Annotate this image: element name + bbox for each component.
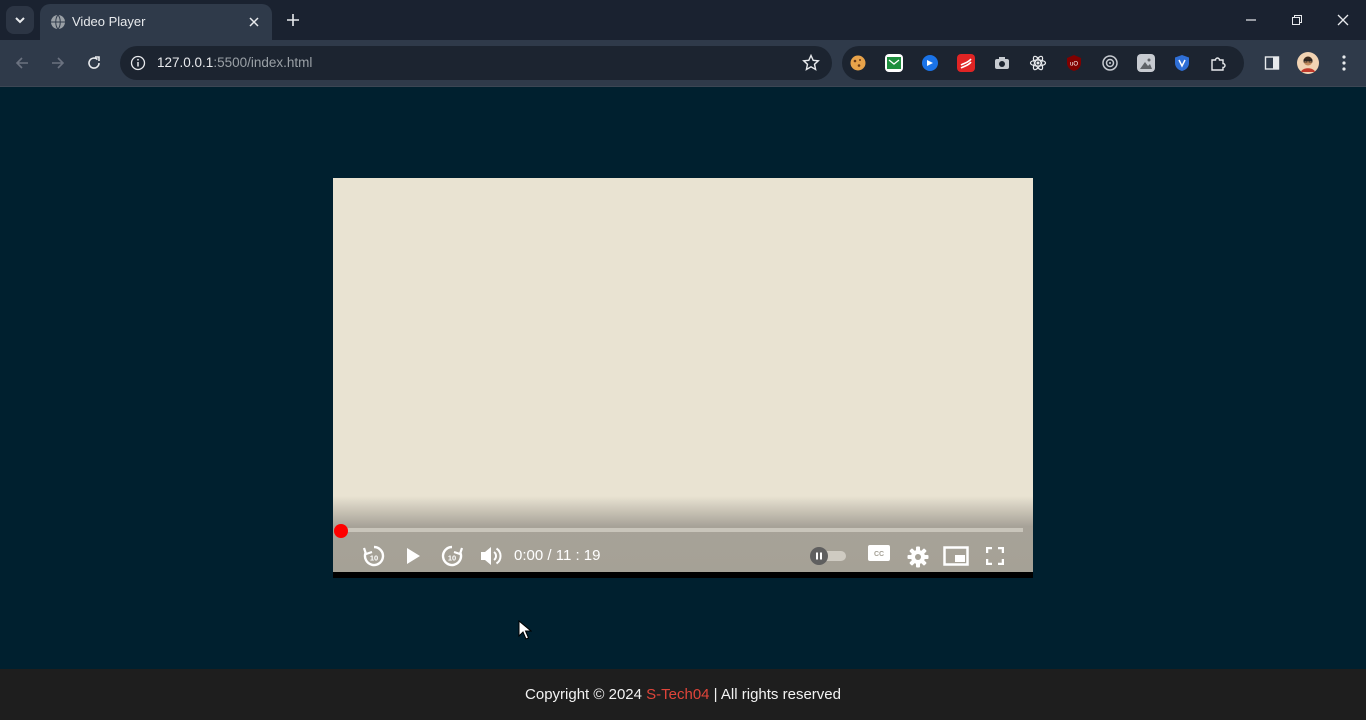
forward-button[interactable]: 10 bbox=[439, 543, 465, 569]
browser-toolbar: 127.0.0.1:5500/index.html uO bbox=[0, 40, 1366, 86]
browser-tab-strip: Video Player bbox=[0, 0, 1366, 40]
cookie-icon[interactable] bbox=[849, 54, 867, 72]
fullscreen-button[interactable] bbox=[984, 545, 1006, 567]
autoplay-toggle[interactable] bbox=[810, 547, 846, 565]
forward-button[interactable] bbox=[46, 51, 70, 75]
volume-icon bbox=[481, 547, 502, 565]
url-path: :5500/index.html bbox=[213, 55, 313, 70]
miniplayer-button[interactable] bbox=[943, 545, 969, 567]
svg-text:10: 10 bbox=[370, 554, 378, 563]
close-icon bbox=[249, 17, 259, 27]
page-footer: Copyright © 2024 S-Tech04 | All rights r… bbox=[0, 669, 1366, 720]
footer-text: Copyright © 2024 S-Tech04 | All rights r… bbox=[525, 686, 841, 703]
play-icon bbox=[407, 548, 420, 564]
duration: 11 : 19 bbox=[555, 547, 601, 564]
shield-icon[interactable] bbox=[1173, 54, 1191, 72]
pause-icon bbox=[816, 552, 822, 560]
volume-button[interactable] bbox=[479, 544, 503, 568]
side-panel-icon bbox=[1264, 56, 1280, 70]
react-icon[interactable] bbox=[1029, 54, 1047, 72]
restore-icon bbox=[1292, 15, 1302, 25]
mouse-cursor-icon bbox=[518, 620, 532, 640]
arrow-left-icon bbox=[15, 57, 28, 69]
video-player[interactable]: 10 10 0:00 / 11 : 19 CC bbox=[333, 178, 1033, 578]
close-window-button[interactable] bbox=[1331, 8, 1355, 32]
restore-button[interactable] bbox=[1285, 8, 1309, 32]
extensions-area: uO bbox=[842, 46, 1244, 80]
new-tab-button[interactable] bbox=[281, 8, 305, 32]
arrow-right-icon bbox=[52, 57, 65, 69]
progress-thumb[interactable] bbox=[334, 524, 348, 538]
browser-menu-button[interactable] bbox=[1332, 51, 1356, 75]
chevron-down-icon bbox=[15, 17, 25, 24]
rewind-button[interactable]: 10 bbox=[361, 543, 387, 569]
plus-icon bbox=[287, 14, 299, 26]
back-button[interactable] bbox=[10, 51, 34, 75]
profile-avatar[interactable] bbox=[1296, 51, 1320, 75]
minimize-button[interactable] bbox=[1239, 8, 1263, 32]
puzzle-icon[interactable] bbox=[1209, 54, 1227, 72]
reload-button[interactable] bbox=[82, 51, 106, 75]
sheets-icon[interactable] bbox=[885, 54, 903, 72]
time-display: 0:00 / 11 : 19 bbox=[514, 547, 600, 565]
fullscreen-icon bbox=[986, 547, 1004, 565]
settings-icon bbox=[907, 546, 929, 568]
tab-close-button[interactable] bbox=[244, 12, 264, 32]
camera-icon[interactable] bbox=[993, 54, 1011, 72]
tab-video-player[interactable]: Video Player bbox=[40, 4, 272, 40]
rewind-10-icon: 10 bbox=[362, 545, 385, 567]
footer-brand: S-Tech04 bbox=[646, 686, 710, 703]
minimize-icon bbox=[1246, 19, 1256, 21]
avatar-icon bbox=[1297, 52, 1319, 74]
copyright-prefix: Copyright © 2024 bbox=[525, 686, 647, 703]
reload-icon bbox=[88, 56, 100, 69]
close-icon bbox=[1337, 14, 1349, 26]
forward-10-icon: 10 bbox=[441, 545, 464, 567]
settings-button[interactable] bbox=[906, 545, 930, 569]
target-icon[interactable] bbox=[1101, 54, 1119, 72]
autoplay-knob bbox=[810, 547, 828, 565]
captions-button[interactable]: CC bbox=[868, 544, 890, 562]
miniplayer-icon bbox=[943, 546, 969, 566]
info-icon[interactable] bbox=[130, 55, 146, 71]
svg-text:uO: uO bbox=[1070, 62, 1078, 68]
red-app-icon[interactable] bbox=[957, 54, 975, 72]
time-separator: / bbox=[547, 547, 552, 564]
progress-bar[interactable] bbox=[341, 528, 1023, 532]
address-bar[interactable]: 127.0.0.1:5500/index.html bbox=[120, 46, 832, 80]
more-vertical-icon bbox=[1342, 55, 1346, 71]
side-panel-button[interactable] bbox=[1260, 51, 1284, 75]
toolbar-divider bbox=[0, 86, 1366, 87]
captions-icon: CC bbox=[868, 545, 890, 561]
tab-title: Video Player bbox=[72, 14, 146, 29]
svg-text:CC: CC bbox=[874, 551, 884, 558]
player-bottom-edge bbox=[333, 572, 1033, 578]
bookmark-star-icon[interactable] bbox=[802, 54, 820, 72]
svg-text:10: 10 bbox=[448, 554, 456, 563]
url-host: 127.0.0.1 bbox=[157, 55, 214, 70]
current-time: 0:00 bbox=[514, 547, 544, 564]
url-text[interactable]: 127.0.0.1:5500/index.html bbox=[157, 55, 312, 71]
tab-search-button[interactable] bbox=[6, 6, 34, 34]
chat-icon[interactable] bbox=[921, 54, 939, 72]
image-icon[interactable] bbox=[1137, 54, 1155, 72]
copyright-suffix: | All rights reserved bbox=[709, 686, 841, 703]
ublock-icon[interactable]: uO bbox=[1065, 54, 1083, 72]
play-button[interactable] bbox=[403, 545, 423, 567]
globe-icon bbox=[51, 14, 65, 30]
